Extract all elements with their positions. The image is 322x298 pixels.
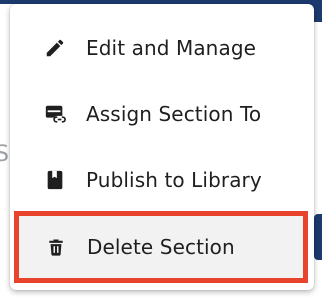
background-button-edge xyxy=(314,214,322,260)
book-icon xyxy=(44,169,66,191)
pencil-icon xyxy=(44,37,66,59)
menu-item-label: Publish to Library xyxy=(86,168,262,192)
menu-item-label: Edit and Manage xyxy=(86,36,257,60)
menu-item-delete-section[interactable]: Delete Section xyxy=(14,211,308,283)
menu-item-label: Assign Section To xyxy=(86,102,262,126)
menu-item-label: Delete Section xyxy=(87,235,235,259)
menu-item-publish-to-library[interactable]: Publish to Library xyxy=(10,158,314,202)
menu-item-assign-section-to[interactable]: Assign Section To xyxy=(10,92,314,136)
section-actions-menu: Edit and Manage Assign Section To Publis… xyxy=(10,4,314,290)
trash-icon xyxy=(45,236,67,258)
background-partial-text: S xyxy=(0,142,9,167)
assign-link-icon xyxy=(44,103,66,125)
menu-item-edit-and-manage[interactable]: Edit and Manage xyxy=(10,26,314,70)
